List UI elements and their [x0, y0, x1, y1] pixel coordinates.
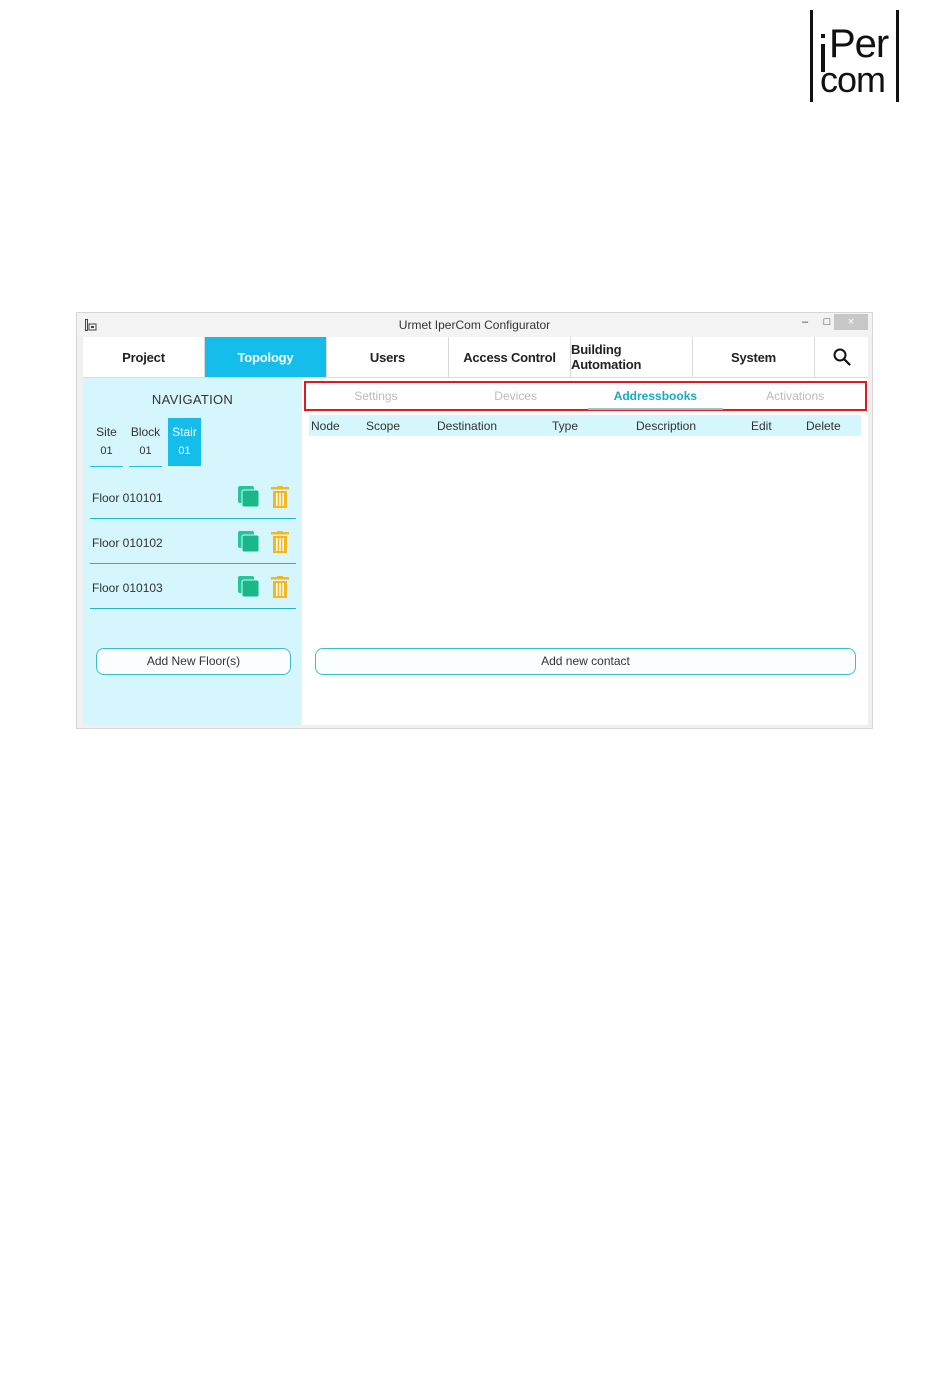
menu-item-access-control[interactable]: Access Control — [449, 337, 571, 377]
brand-logo: Per com — [808, 10, 902, 104]
floor-name: Floor 010101 — [92, 491, 163, 505]
search-icon — [833, 348, 851, 366]
column-node: Node — [311, 419, 340, 433]
block-label: Block — [130, 425, 161, 439]
app-window: Urmet IperCom Configurator – □ × Project… — [76, 312, 873, 729]
copy-icon[interactable] — [238, 486, 260, 508]
stair-value: 01 — [178, 445, 191, 457]
site-value: 01 — [100, 445, 113, 457]
floor-item[interactable]: Floor 010102 — [90, 519, 296, 564]
stair-label: Stair — [172, 425, 197, 439]
column-type: Type — [552, 419, 579, 433]
copy-icon[interactable] — [238, 576, 260, 598]
tab-addressbooks[interactable]: Addressbooks — [586, 383, 726, 410]
tab-activations[interactable]: Activations — [725, 383, 865, 409]
logo-text-top: Per — [829, 22, 889, 66]
site-selector[interactable]: Site 01 — [90, 418, 123, 467]
logo-bar-right — [896, 10, 899, 102]
copy-icon[interactable] — [238, 531, 260, 553]
block-selector[interactable]: Block 01 — [129, 418, 162, 467]
floor-item[interactable]: Floor 010103 — [90, 564, 296, 609]
navigation-title: NAVIGATION — [151, 392, 234, 407]
floor-name: Floor 010103 — [92, 581, 163, 595]
sub-tabs: Settings Devices Addressbooks Activation… — [304, 381, 867, 411]
menu-item-building-automation[interactable]: Building Automation — [571, 337, 693, 377]
navigation-panel: NAVIGATION Site 01 Block 01 Stair 01 Flo… — [83, 378, 302, 725]
window-content: Project Topology Users Access Control Bu… — [83, 337, 868, 725]
column-scope: Scope — [366, 419, 401, 433]
main-menu: Project Topology Users Access Control Bu… — [83, 337, 868, 378]
site-underline — [90, 466, 123, 467]
add-floor-button[interactable]: Add New Floor(s) — [96, 648, 291, 675]
close-button[interactable]: × — [834, 314, 868, 330]
tab-settings[interactable]: Settings — [306, 383, 446, 409]
floor-name: Floor 010102 — [92, 536, 163, 550]
add-contact-button[interactable]: Add new contact — [315, 648, 856, 675]
column-delete: Delete — [806, 419, 841, 433]
trash-icon[interactable] — [271, 576, 289, 598]
menu-item-system[interactable]: System — [693, 337, 815, 377]
title-bar: Urmet IperCom Configurator – □ × — [77, 313, 872, 337]
menu-item-project[interactable]: Project — [83, 337, 205, 377]
logo-bar-left — [810, 10, 813, 102]
trash-icon[interactable] — [271, 531, 289, 553]
floor-item[interactable]: Floor 010101 — [90, 474, 296, 519]
stair-selector[interactable]: Stair 01 — [168, 418, 201, 466]
menu-item-topology[interactable]: Topology — [205, 337, 327, 377]
column-description: Description — [636, 419, 697, 433]
block-underline — [129, 466, 162, 467]
menu-item-users[interactable]: Users — [327, 337, 449, 377]
window-title: Urmet IperCom Configurator — [398, 318, 551, 332]
site-label: Site — [96, 425, 117, 439]
addressbook-table-header: Node Scope Destination Type Description … — [309, 415, 861, 436]
minimize-button[interactable]: – — [795, 313, 815, 331]
search-button[interactable] — [815, 337, 868, 377]
trash-icon[interactable] — [271, 486, 289, 508]
tab-devices[interactable]: Devices — [446, 383, 586, 409]
column-destination: Destination — [437, 419, 498, 433]
column-edit: Edit — [751, 419, 772, 433]
logo-i-dot — [821, 34, 825, 38]
block-value: 01 — [139, 445, 152, 457]
logo-text-bottom: com — [820, 59, 886, 100]
